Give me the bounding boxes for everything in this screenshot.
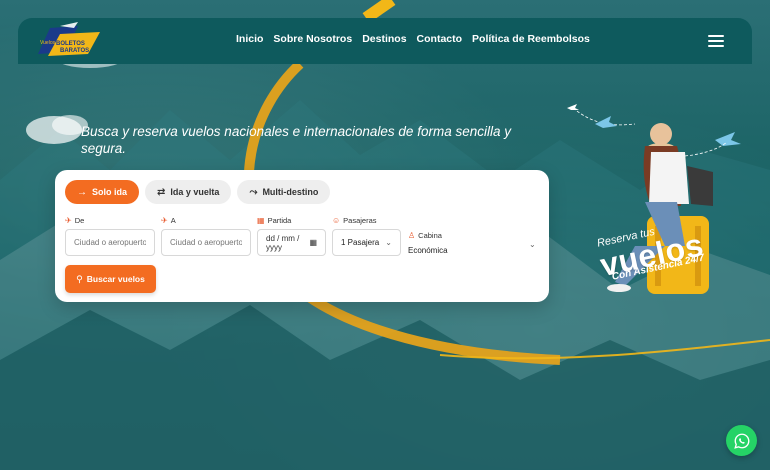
svg-text:BARATOS: BARATOS <box>60 48 89 54</box>
promo-illustration <box>567 104 741 294</box>
date-input[interactable]: dd / mm / yyyy ▦ <box>257 229 326 256</box>
nav-sobre-nosotros[interactable]: Sobre Nosotros <box>273 33 352 45</box>
site-header: BOLETOS BARATOS Vuelos Inicio Sobre Noso… <box>18 18 752 64</box>
chevron-down-icon: ⌄ <box>385 238 392 247</box>
tab-multi-destino[interactable]: ⤳ Multi-destino <box>237 180 331 204</box>
route-icon: ⤳ <box>249 186 258 198</box>
to-label: ✈ A <box>161 216 176 225</box>
passengers-select[interactable]: 1 Pasajera ⌄ <box>332 229 401 256</box>
tab-label: Solo ida <box>92 187 128 197</box>
passengers-label: ☺ Pasajeras <box>332 216 377 225</box>
chevron-down-icon[interactable]: ⌄ <box>529 240 536 249</box>
tab-ida-y-vuelta[interactable]: ⇄ Ida y vuelta <box>145 180 232 204</box>
seat-icon: ♙ <box>408 231 416 240</box>
flight-search-card: → Solo ida ⇄ Ida y vuelta ⤳ Multi-destin… <box>55 170 549 302</box>
hamburger-icon[interactable] <box>708 35 724 47</box>
from-input[interactable] <box>65 229 155 256</box>
arrow-right-icon: → <box>77 186 87 198</box>
trip-type-tabs: → Solo ida ⇄ Ida y vuelta ⤳ Multi-destin… <box>65 180 331 204</box>
search-flights-button[interactable]: ⚲ Buscar vuelos <box>65 265 156 293</box>
whatsapp-icon <box>733 433 749 449</box>
nav-politica-reembolsos[interactable]: Política de Reembolsos <box>472 33 590 45</box>
brand-logo[interactable]: BOLETOS BARATOS Vuelos <box>34 20 108 62</box>
calendar-icon: ▦ <box>257 216 265 225</box>
date-label: ▦ Partida <box>257 216 292 225</box>
tab-solo-ida[interactable]: → Solo ida <box>65 180 140 204</box>
swap-icon: ⇄ <box>157 186 166 198</box>
tab-label: Multi-destino <box>262 187 319 197</box>
main-nav: Inicio Sobre Nosotros Destinos Contacto … <box>236 33 590 45</box>
search-icon: ⚲ <box>76 273 83 284</box>
people-icon: ☺ <box>332 216 341 225</box>
whatsapp-button[interactable] <box>726 425 757 456</box>
cabin-select[interactable]: Económica <box>408 246 448 255</box>
cabin-label: ♙ Cabina <box>408 231 442 240</box>
nav-inicio[interactable]: Inicio <box>236 33 263 45</box>
svg-text:BOLETOS: BOLETOS <box>56 41 85 47</box>
nav-contacto[interactable]: Contacto <box>417 33 463 45</box>
to-input[interactable] <box>161 229 251 256</box>
calendar-icon: ▦ <box>309 238 317 247</box>
nav-destinos[interactable]: Destinos <box>362 33 406 45</box>
plane-landing-icon: ✈ <box>161 216 168 225</box>
plane-takeoff-icon: ✈ <box>65 216 72 225</box>
from-label: ✈ De <box>65 216 85 225</box>
tab-label: Ida y vuelta <box>170 187 220 197</box>
svg-text:Vuelos: Vuelos <box>40 40 56 46</box>
hero-title: Busca y reserva vuelos nacionales e inte… <box>81 124 511 156</box>
